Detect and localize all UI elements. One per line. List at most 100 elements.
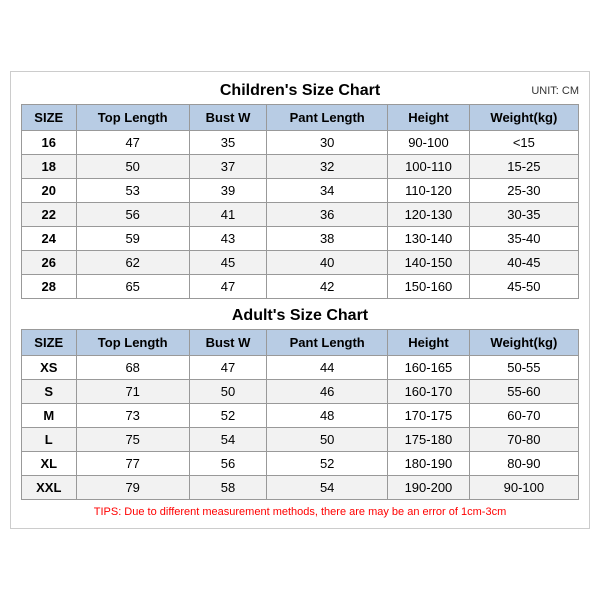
table-cell: 160-165 (388, 356, 470, 380)
table-cell: 47 (189, 356, 266, 380)
table-cell: 34 (267, 179, 388, 203)
table-cell: 180-190 (388, 452, 470, 476)
table-cell: 39 (189, 179, 266, 203)
table-cell: 38 (267, 227, 388, 251)
table-row: XS684744160-16550-55 (22, 356, 579, 380)
table-cell: 28 (22, 275, 77, 299)
table-row: 1647353090-100<15 (22, 131, 579, 155)
table-cell: L (22, 428, 77, 452)
table-cell: 77 (76, 452, 189, 476)
table-cell: 56 (76, 203, 189, 227)
adult-col-header-pant-length: Pant Length (267, 330, 388, 356)
table-row: XL775652180-19080-90 (22, 452, 579, 476)
table-cell: 175-180 (388, 428, 470, 452)
table-cell: 47 (189, 275, 266, 299)
table-cell: 140-150 (388, 251, 470, 275)
unit-label: UNIT: CM (531, 85, 579, 97)
table-cell: 73 (76, 404, 189, 428)
col-header-pant-length: Pant Length (267, 105, 388, 131)
adult-title: Adult's Size Chart (232, 307, 368, 325)
table-cell: 65 (76, 275, 189, 299)
table-cell: 40 (267, 251, 388, 275)
col-header-size: SIZE (22, 105, 77, 131)
table-row: 18503732100-11015-25 (22, 155, 579, 179)
table-cell: 16 (22, 131, 77, 155)
table-row: L755450175-18070-80 (22, 428, 579, 452)
table-cell: 60-70 (469, 404, 578, 428)
table-cell: 100-110 (388, 155, 470, 179)
adult-col-header-weight: Weight(kg) (469, 330, 578, 356)
table-cell: 190-200 (388, 476, 470, 500)
children-header-row: SIZE Top Length Bust W Pant Length Heigh… (22, 105, 579, 131)
table-cell: 36 (267, 203, 388, 227)
table-cell: XXL (22, 476, 77, 500)
table-cell: 50-55 (469, 356, 578, 380)
table-cell: XS (22, 356, 77, 380)
table-cell: 40-45 (469, 251, 578, 275)
table-cell: 70-80 (469, 428, 578, 452)
table-cell: 52 (189, 404, 266, 428)
children-table: SIZE Top Length Bust W Pant Length Heigh… (21, 104, 579, 299)
adult-title-row: Adult's Size Chart (21, 307, 579, 325)
table-cell: 30 (267, 131, 388, 155)
table-cell: 120-130 (388, 203, 470, 227)
table-cell: 18 (22, 155, 77, 179)
table-cell: 59 (76, 227, 189, 251)
table-cell: 90-100 (388, 131, 470, 155)
table-cell: 75 (76, 428, 189, 452)
table-cell: 45 (189, 251, 266, 275)
col-header-bust-w: Bust W (189, 105, 266, 131)
table-cell: 130-140 (388, 227, 470, 251)
table-row: 22564136120-13030-35 (22, 203, 579, 227)
adult-table: SIZE Top Length Bust W Pant Length Heigh… (21, 329, 579, 500)
table-cell: XL (22, 452, 77, 476)
tips-text: TIPS: Due to different measurement metho… (21, 506, 579, 518)
table-row: 24594338130-14035-40 (22, 227, 579, 251)
col-header-height: Height (388, 105, 470, 131)
table-row: S715046160-17055-60 (22, 380, 579, 404)
table-cell: 50 (189, 380, 266, 404)
col-header-weight: Weight(kg) (469, 105, 578, 131)
table-cell: 54 (267, 476, 388, 500)
table-cell: 110-120 (388, 179, 470, 203)
table-cell: 90-100 (469, 476, 578, 500)
table-cell: 58 (189, 476, 266, 500)
table-cell: 35 (189, 131, 266, 155)
table-cell: <15 (469, 131, 578, 155)
table-cell: 50 (267, 428, 388, 452)
table-cell: 42 (267, 275, 388, 299)
children-title: Children's Size Chart (220, 82, 380, 100)
adult-col-header-top-length: Top Length (76, 330, 189, 356)
table-cell: 20 (22, 179, 77, 203)
table-cell: 41 (189, 203, 266, 227)
col-header-top-length: Top Length (76, 105, 189, 131)
children-title-row: Children's Size Chart UNIT: CM (21, 82, 579, 100)
adult-header-row: SIZE Top Length Bust W Pant Length Heigh… (22, 330, 579, 356)
table-cell: 25-30 (469, 179, 578, 203)
table-cell: 30-35 (469, 203, 578, 227)
table-cell: 35-40 (469, 227, 578, 251)
table-cell: 68 (76, 356, 189, 380)
table-row: XXL795854190-20090-100 (22, 476, 579, 500)
adult-col-header-bust-w: Bust W (189, 330, 266, 356)
table-cell: 54 (189, 428, 266, 452)
adult-col-header-size: SIZE (22, 330, 77, 356)
table-row: 28654742150-16045-50 (22, 275, 579, 299)
table-cell: 24 (22, 227, 77, 251)
table-cell: 15-25 (469, 155, 578, 179)
table-cell: 50 (76, 155, 189, 179)
table-cell: 45-50 (469, 275, 578, 299)
table-cell: 26 (22, 251, 77, 275)
table-cell: 56 (189, 452, 266, 476)
table-cell: 55-60 (469, 380, 578, 404)
table-cell: 32 (267, 155, 388, 179)
table-cell: 37 (189, 155, 266, 179)
table-cell: 71 (76, 380, 189, 404)
table-cell: 22 (22, 203, 77, 227)
size-chart-container: Children's Size Chart UNIT: CM SIZE Top … (10, 71, 590, 529)
table-cell: 47 (76, 131, 189, 155)
table-cell: 150-160 (388, 275, 470, 299)
table-cell: 79 (76, 476, 189, 500)
table-cell: 160-170 (388, 380, 470, 404)
table-row: 20533934110-12025-30 (22, 179, 579, 203)
